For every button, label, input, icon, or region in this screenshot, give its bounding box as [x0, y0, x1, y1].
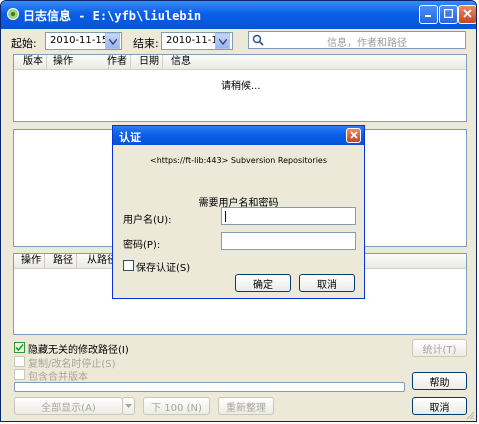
- column-author[interactable]: 作者: [104, 55, 131, 69]
- column-message[interactable]: 信息: [168, 55, 194, 69]
- auth-dialog: 认证 <https://ft-lib:443> Subversion Repos…: [112, 125, 365, 299]
- close-button[interactable]: [458, 5, 476, 24]
- auth-dialog-close-button[interactable]: [346, 128, 361, 143]
- revision-list[interactable]: 版本 操作 作者 日期 信息 请稍候...: [13, 54, 467, 122]
- auth-dialog-title: 认证: [119, 131, 141, 144]
- to-date-dropdown[interactable]: [215, 33, 230, 49]
- hide-unrelated-checkbox[interactable]: [14, 342, 25, 353]
- progress-bar: [14, 382, 405, 392]
- column-path-action[interactable]: 操作: [18, 254, 45, 268]
- password-label: 密码(P):: [123, 240, 161, 251]
- username-field[interactable]: [221, 207, 356, 225]
- show-all-button[interactable]: 全部显示(A): [14, 397, 123, 415]
- chevron-down-icon: [125, 401, 132, 412]
- close-icon: [463, 8, 472, 21]
- to-label: 结束:: [133, 37, 159, 50]
- maximize-button[interactable]: [439, 5, 458, 24]
- title-bar[interactable]: 日志信息 - E:\yfb\liulebin: [1, 1, 476, 29]
- column-action[interactable]: 操作: [50, 55, 109, 69]
- from-label: 起始:: [11, 37, 37, 50]
- from-date-value: 2010-11-15: [50, 35, 109, 46]
- hide-unrelated-label: 隐藏无关的修改路径(I): [28, 345, 129, 356]
- realm-text: <https://ft-lib:443> Subversion Reposito…: [150, 156, 327, 165]
- text-cursor: [225, 211, 226, 222]
- column-path[interactable]: 路径: [50, 254, 77, 268]
- minimize-icon: [424, 8, 433, 21]
- save-auth-checkbox[interactable]: [123, 260, 134, 271]
- resize-grip-icon[interactable]: [465, 410, 475, 420]
- search-input[interactable]: 信息，作者和路径: [248, 31, 466, 49]
- password-field[interactable]: [221, 232, 356, 250]
- auth-dialog-title-bar[interactable]: 认证: [113, 126, 364, 145]
- help-button[interactable]: 帮助: [412, 372, 467, 390]
- chevron-down-icon: [217, 35, 228, 48]
- show-all-dropdown[interactable]: [122, 397, 135, 415]
- include-merged-checkbox[interactable]: [14, 369, 25, 380]
- stats-button[interactable]: 统计(T): [412, 339, 467, 357]
- auth-ok-button[interactable]: 确定: [235, 274, 291, 292]
- close-icon: [349, 129, 358, 142]
- tortoise-app-icon: [6, 7, 20, 21]
- loading-status: 请稍候...: [221, 81, 261, 92]
- search-placeholder: 信息，作者和路径: [327, 38, 407, 49]
- refresh-button[interactable]: 重新整理: [218, 397, 274, 415]
- auth-cancel-button[interactable]: 取消: [299, 274, 355, 292]
- chevron-down-icon: [107, 35, 118, 48]
- maximize-icon: [443, 8, 454, 21]
- stop-on-copy-checkbox[interactable]: [14, 356, 25, 367]
- cancel-button[interactable]: 取消: [412, 397, 467, 415]
- window-title: 日志信息 - E:\yfb\liulebin: [23, 9, 202, 23]
- from-date-dropdown[interactable]: [105, 33, 120, 49]
- search-icon[interactable]: [252, 34, 265, 49]
- username-label: 用户名(U):: [123, 215, 172, 226]
- next-100-button[interactable]: 下 100 (N): [143, 397, 210, 415]
- include-merged-label: 包含合并版本: [28, 372, 88, 383]
- minimize-button[interactable]: [419, 5, 438, 24]
- save-auth-label: 保存认证(S): [136, 263, 191, 274]
- column-date[interactable]: 日期: [136, 55, 163, 69]
- column-revision[interactable]: 版本: [20, 55, 47, 69]
- revision-list-header: 版本 操作 作者 日期 信息: [14, 55, 466, 70]
